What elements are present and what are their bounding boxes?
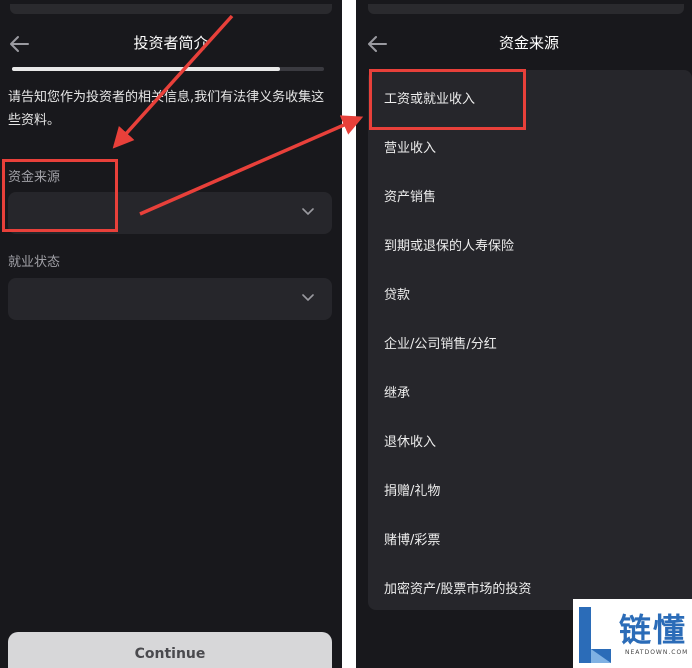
watermark-l-icon (579, 607, 611, 663)
highlight-box (369, 69, 526, 130)
option-asset-sales[interactable]: 资产销售 (384, 186, 436, 205)
back-arrow-icon[interactable] (8, 34, 30, 54)
investor-profile-screen: 投资者简介 请告知您作为投资者的相关信息,我们有法律义务收集这些资料。 资金来源… (0, 0, 342, 668)
option-crypto-investment[interactable]: 加密资产/股票市场的投资 (384, 578, 531, 597)
source-of-funds-options: 工资或就业收入 营业收入 资产销售 到期或退保的人寿保险 贷款 企业/公司销售/… (368, 70, 692, 610)
option-inheritance[interactable]: 继承 (384, 382, 410, 401)
continue-button[interactable]: Continue (8, 632, 332, 668)
page-title: 资金来源 (498, 34, 559, 52)
top-bar-remnant (368, 4, 684, 14)
watermark-text: 链懂 (619, 611, 688, 649)
employment-status-select[interactable] (8, 278, 332, 320)
chevron-down-icon (302, 208, 314, 216)
watermark-logo: 链懂 NEATDOWN.COM (573, 599, 692, 668)
option-retirement[interactable]: 退休收入 (384, 431, 436, 450)
option-company-sale[interactable]: 企业/公司销售/分红 (384, 333, 497, 352)
employment-status-label: 就业状态 (8, 255, 61, 270)
watermark-subtext: NEATDOWN.COM (625, 649, 689, 656)
progress-bar-fill (12, 67, 281, 71)
option-life-insurance[interactable]: 到期或退保的人寿保险 (384, 235, 514, 254)
chevron-down-icon (302, 294, 314, 302)
option-loan[interactable]: 贷款 (384, 284, 410, 303)
back-arrow-icon[interactable] (366, 34, 388, 54)
option-gift[interactable]: 捐赠/礼物 (384, 480, 440, 499)
progress-bar (12, 67, 324, 71)
option-business-income[interactable]: 营业收入 (384, 137, 436, 156)
top-bar-remnant (10, 4, 332, 14)
source-of-funds-screen: 资金来源 工资或就业收入 营业收入 资产销售 到期或退保的人寿保险 贷款 企业/… (356, 0, 692, 668)
page-title: 投资者简介 (133, 34, 209, 52)
option-gambling[interactable]: 赌博/彩票 (384, 529, 440, 548)
intro-text: 请告知您作为投资者的相关信息,我们有法律义务收集这些资料。 (8, 90, 325, 128)
highlight-box (2, 159, 118, 232)
